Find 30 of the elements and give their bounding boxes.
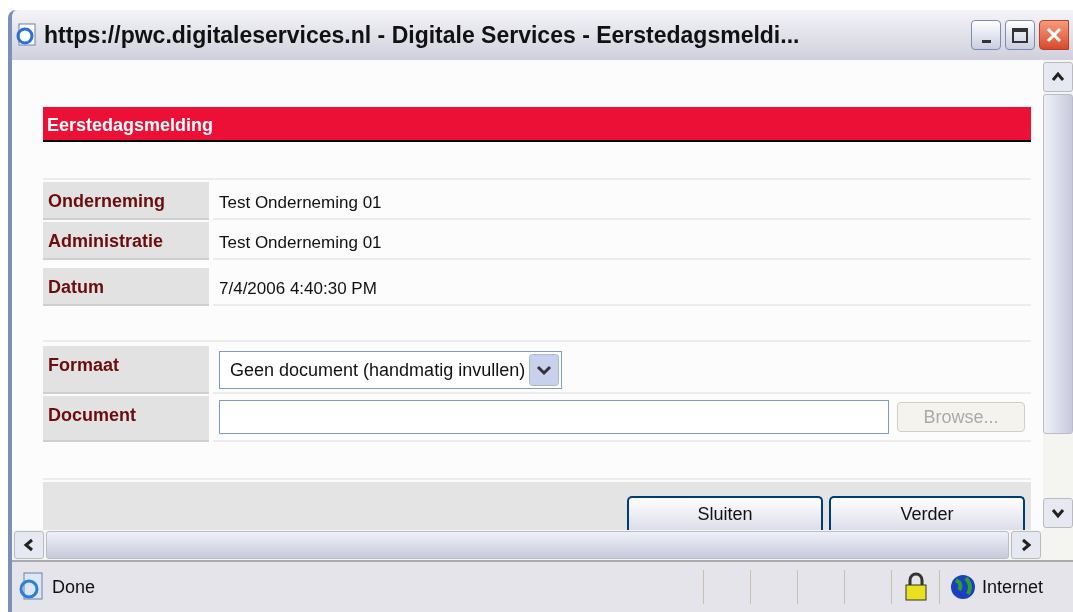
field-value: Test Onderneming 01 bbox=[213, 182, 1031, 220]
field-label: Onderneming bbox=[43, 182, 209, 220]
document-input-field[interactable] bbox=[219, 400, 889, 434]
chevron-down-icon bbox=[529, 354, 560, 386]
vertical-scrollbar[interactable] bbox=[1043, 60, 1073, 560]
close-button[interactable] bbox=[1039, 20, 1069, 50]
maximize-button[interactable] bbox=[1005, 20, 1035, 50]
field-label: Formaat bbox=[43, 346, 209, 394]
zone-text: Internet bbox=[982, 575, 1044, 599]
browser-page-icon bbox=[16, 23, 38, 47]
chevron-up-icon bbox=[1051, 71, 1065, 83]
section-header: Eerstedagsmelding bbox=[43, 107, 1031, 142]
chevron-left-icon bbox=[23, 538, 35, 552]
globe-icon bbox=[950, 574, 976, 600]
window-title: https://pwc.digitaleservices.nl - Digitale Services - Eerstedagsmeldi... bbox=[44, 20, 800, 50]
chevron-down-icon bbox=[1051, 507, 1065, 519]
lock-icon bbox=[903, 572, 928, 602]
dialog-button[interactable]: Verder bbox=[829, 496, 1025, 530]
format-dropdown[interactable]: Geen document (handmatig invullen) bbox=[219, 351, 563, 389]
field-value: 7/4/2006 4:40:30 PM bbox=[213, 268, 1031, 306]
chevron-right-icon bbox=[1020, 538, 1032, 552]
minimize-button[interactable] bbox=[971, 20, 1001, 50]
dialog-button[interactable]: Sluiten bbox=[627, 496, 823, 530]
horizontal-scrollbar[interactable] bbox=[12, 530, 1043, 560]
status-text: Done bbox=[52, 575, 96, 599]
close-icon bbox=[1046, 27, 1062, 43]
field-value: Test Onderneming 01 bbox=[213, 222, 1031, 260]
field-label: Administratie bbox=[43, 222, 209, 260]
field-label: Document bbox=[43, 396, 209, 442]
field-label: Datum bbox=[43, 268, 209, 306]
